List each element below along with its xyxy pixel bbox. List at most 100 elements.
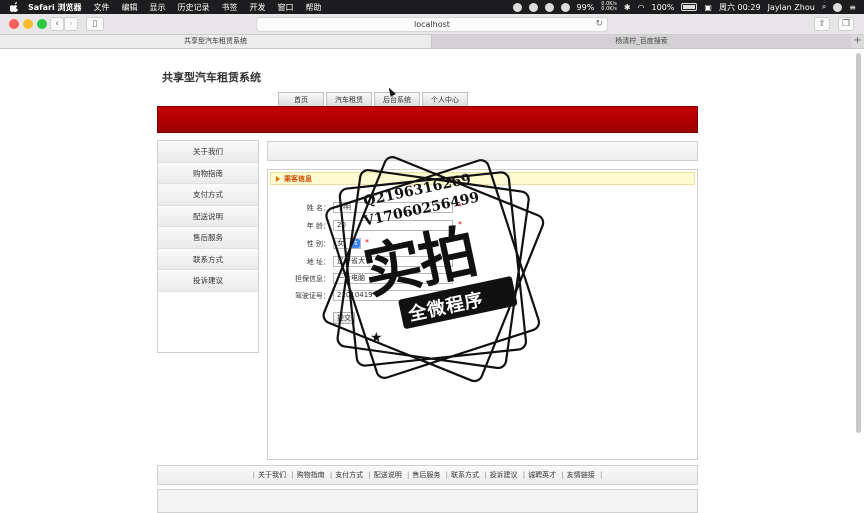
web-page: 共享型汽车租赁系统 首页 汽车租赁 后台系统 个人中心 关于我们 购物指南 支付… <box>0 49 864 513</box>
battery2-percent: 100% <box>651 2 675 12</box>
siri-icon[interactable] <box>833 2 843 12</box>
guarantee-input[interactable]: 一台电脑 <box>333 273 453 284</box>
footer-links: | 关于我们 | 购物指南 | 支付方式 | 配送说明 | 售后服务 | 联系方式 | 投诉建… <box>157 465 698 485</box>
footer-link-contact[interactable]: 联系方式 <box>451 471 479 479</box>
penguin-icon[interactable] <box>528 2 538 12</box>
nav-home[interactable]: 首页 <box>278 92 324 106</box>
age-input[interactable]: 20 <box>333 220 453 231</box>
form-row-guarantee: 担保信息： 一台电脑 <box>268 273 528 285</box>
tabs-icon: ❐ <box>841 19 851 29</box>
share-icon: ⇧ <box>818 19 826 29</box>
sidebar-toggle-button[interactable]: ▯ <box>86 17 104 31</box>
notification-icon[interactable]: ≡ <box>849 3 856 12</box>
input-icon[interactable]: ▣ <box>704 3 712 12</box>
address-label: 地 址： <box>306 258 330 266</box>
menu-view[interactable]: 显示 <box>150 2 166 13</box>
sidebar-icon: ▯ <box>92 19 98 29</box>
apple-icon[interactable] <box>10 2 20 12</box>
name-label: 姓 名： <box>306 204 330 212</box>
sidebar-item-delivery[interactable]: 配送说明 <box>158 205 258 227</box>
address-bar[interactable]: localhost ↻ <box>256 17 608 32</box>
footer-link-about[interactable]: 关于我们 <box>258 471 286 479</box>
arrow-right-icon <box>276 176 280 182</box>
new-tab-button[interactable]: + <box>851 35 864 48</box>
sidebar-item-after-sales[interactable]: 售后服务 <box>158 227 258 249</box>
sidebar: 关于我们 购物指南 支付方式 配送说明 售后服务 联系方式 投诉建议 <box>157 140 259 353</box>
reload-icon[interactable]: ↻ <box>595 18 603 31</box>
user-name[interactable]: Jaylan Zhou <box>768 3 815 12</box>
clock[interactable]: 周六 00:29 <box>719 2 761 13</box>
share-button[interactable]: ⇧ <box>814 17 830 31</box>
submit-button[interactable]: 提交 <box>333 312 355 324</box>
wifi-icon[interactable]: ◠ <box>638 3 645 12</box>
site-title: 共享型汽车租赁系统 <box>162 71 261 84</box>
address-text: localhost <box>414 20 450 29</box>
form-row-submit: 提交 <box>268 312 528 324</box>
menu-develop[interactable]: 开发 <box>250 2 266 13</box>
page-scrollbar[interactable] <box>856 53 861 433</box>
menubar-status-area: 99% 0.0K/s 0.0K/s ✱ ◠ 100% ▣ 周六 00:29 Ja… <box>512 0 856 14</box>
menu-bookmarks[interactable]: 书签 <box>222 2 238 13</box>
circle-icon[interactable] <box>560 2 570 12</box>
minimize-window-button[interactable] <box>23 19 33 29</box>
network-speed: 0.0K/s 0.0K/s <box>601 2 617 12</box>
nav-user-center[interactable]: 个人中心 <box>422 92 468 106</box>
sidebar-item-about[interactable]: 关于我们 <box>158 141 258 163</box>
close-window-button[interactable] <box>9 19 19 29</box>
name-input[interactable]: 小明 <box>333 202 453 213</box>
nav-car-rental[interactable]: 汽车租赁 <box>326 92 372 106</box>
gender-select[interactable]: 女 ⇕ <box>333 238 361 249</box>
back-button[interactable]: ‹ <box>50 17 64 31</box>
chevron-left-icon: ‹ <box>55 19 59 29</box>
age-label: 年 龄： <box>306 222 330 230</box>
sidebar-item-contact[interactable]: 联系方式 <box>158 248 258 270</box>
gender-value: 女 <box>337 239 344 247</box>
menu-edit[interactable]: 编辑 <box>122 2 138 13</box>
nav-admin[interactable]: 后台系统 <box>374 92 420 106</box>
battery-icon[interactable] <box>681 3 698 11</box>
footer-link-friends[interactable]: 友情链接 <box>567 471 595 479</box>
menu-help[interactable]: 帮助 <box>306 2 322 13</box>
required-mark: * <box>365 238 369 247</box>
footer-link-complaint[interactable]: 投诉建议 <box>490 471 518 479</box>
form-row-age: 年 龄： 20 * <box>268 220 528 232</box>
spotlight-icon[interactable]: ⌕ <box>822 2 826 12</box>
section-header: 乘客信息 <box>270 172 695 185</box>
forward-button[interactable]: › <box>64 17 78 31</box>
license-input[interactable]: 22010419 <box>333 290 453 301</box>
tab-baidu-search[interactable]: 杨清柠_百度搜索 <box>432 35 851 48</box>
plus-icon: + <box>853 35 862 46</box>
sidebar-item-payment[interactable]: 支付方式 <box>158 184 258 206</box>
macos-menubar: Safari 浏览器 文件 编辑 显示 历史记录 书签 开发 窗口 帮助 99%… <box>0 0 864 14</box>
site-nav: 首页 汽车租赁 后台系统 个人中心 <box>278 92 468 106</box>
footer-link-payment[interactable]: 支付方式 <box>335 471 363 479</box>
license-label: 驾驶证号： <box>295 292 330 300</box>
menu-history[interactable]: 历史记录 <box>178 2 210 13</box>
footer-link-careers[interactable]: 诚聘英才 <box>528 471 556 479</box>
required-mark: * <box>458 220 462 229</box>
menu-file[interactable]: 文件 <box>94 2 110 13</box>
footer-link-shopping-guide[interactable]: 购物指南 <box>297 471 325 479</box>
bluetooth-icon[interactable]: ✱ <box>624 3 631 12</box>
footer-copyright <box>157 489 698 513</box>
wechat-icon[interactable] <box>544 2 554 12</box>
tab-car-rental[interactable]: 共享型汽车租赁系统 <box>0 35 432 48</box>
header-banner <box>157 106 698 133</box>
camera-icon[interactable] <box>512 2 522 12</box>
form-row-gender: 性 别： 女 ⇕ * <box>268 238 528 250</box>
gender-label: 性 别： <box>306 240 330 248</box>
guarantee-label: 担保信息： <box>295 275 330 283</box>
sidebar-item-shopping-guide[interactable]: 购物指南 <box>158 162 258 184</box>
show-tabs-button[interactable]: ❐ <box>838 17 854 31</box>
menu-window[interactable]: 窗口 <box>278 2 294 13</box>
required-mark: * <box>458 202 462 211</box>
section-title: 乘客信息 <box>284 175 312 183</box>
footer-link-delivery[interactable]: 配送说明 <box>374 471 402 479</box>
battery-percent: 99% <box>576 2 595 12</box>
passenger-form-panel: 乘客信息 姓 名： 小明 * 年 龄： 20 * 性 别： 女 ⇕ * 地 址：… <box>267 169 698 460</box>
footer-link-after-sales[interactable]: 售后服务 <box>412 471 440 479</box>
menu-app[interactable]: Safari 浏览器 <box>28 2 82 13</box>
zoom-window-button[interactable] <box>37 19 47 29</box>
sidebar-item-complaint[interactable]: 投诉建议 <box>158 270 258 292</box>
address-input[interactable]: 辽宁省大 <box>333 256 453 267</box>
